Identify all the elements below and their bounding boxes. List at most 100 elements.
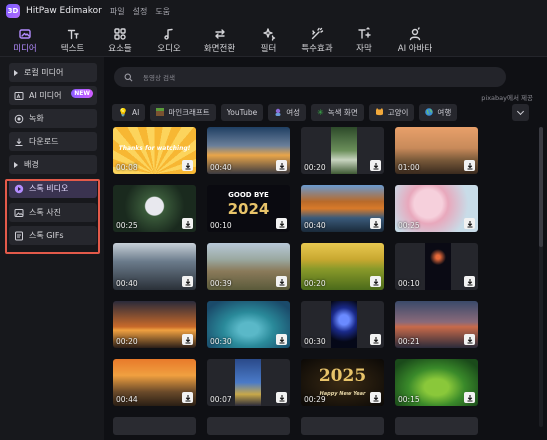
download-icon[interactable] — [182, 392, 193, 403]
download-icon[interactable] — [370, 392, 381, 403]
video-thumbnail[interactable]: 00:40 — [207, 127, 290, 174]
video-thumbnail[interactable]: 00:30 — [301, 301, 384, 348]
download-icon[interactable] — [182, 276, 193, 287]
download-icon[interactable] — [276, 160, 287, 171]
video-thumbnail[interactable]: 00:20 — [113, 301, 196, 348]
tab-filters-label: 필터 — [260, 44, 277, 54]
download-icon[interactable] — [276, 392, 287, 403]
video-thumbnail[interactable]: 00:25 — [113, 185, 196, 232]
tab-transitions[interactable]: 화면전환 — [193, 22, 246, 57]
tab-elements[interactable]: 요소들 — [95, 22, 145, 57]
sidebar-item-record[interactable]: 녹화 — [9, 109, 97, 128]
video-thumbnail[interactable]: 00:44 — [113, 359, 196, 406]
download-icon[interactable] — [464, 392, 475, 403]
download-icon — [14, 137, 24, 147]
audio-icon — [164, 28, 173, 40]
tab-subtitles[interactable]: 자막 — [343, 22, 385, 57]
media-sidebar: 로컬 미디어 AI 미디어 NEW 녹화 다운로드 배경 스톡 비디오 스톡 사… — [0, 57, 104, 440]
tag-travel[interactable]: 여행 — [419, 104, 458, 121]
video-duration: 00:40 — [210, 163, 232, 172]
download-icon[interactable] — [370, 276, 381, 287]
download-icon[interactable] — [370, 218, 381, 229]
video-duration: 00:21 — [398, 337, 420, 346]
download-icon[interactable] — [464, 160, 475, 171]
video-thumbnail[interactable]: 00:10 — [395, 243, 478, 290]
menu-file[interactable]: 파일 — [110, 6, 125, 17]
tag-label: 고양이 — [387, 108, 409, 117]
tag-minecraft[interactable]: 마인크래프트 — [150, 104, 216, 121]
download-icon[interactable] — [370, 160, 381, 171]
tag-label: 여행 — [437, 108, 452, 117]
video-duration: 00:30 — [210, 337, 232, 346]
video-duration: 00:39 — [210, 279, 232, 288]
tab-text[interactable]: 텍스트 — [50, 22, 95, 57]
source-note: pixabay에서 제공 — [481, 94, 533, 102]
video-thumbnail[interactable]: 00:40 — [301, 185, 384, 232]
video-duration: 00:25 — [116, 221, 138, 230]
download-icon[interactable] — [464, 218, 475, 229]
download-icon[interactable] — [464, 276, 475, 287]
video-duration: 00:40 — [304, 221, 326, 230]
video-thumbnail[interactable]: 00:15 — [395, 359, 478, 406]
tab-media-label: 미디어 — [13, 44, 37, 54]
tag-youtube[interactable]: YouTube — [220, 104, 264, 121]
download-icon[interactable] — [370, 334, 381, 345]
video-thumbnail[interactable]: 00:20 — [301, 127, 384, 174]
video-thumbnail[interactable] — [113, 417, 196, 435]
menu-settings[interactable]: 설정 — [133, 6, 148, 17]
video-thumbnail[interactable]: 01:00 — [395, 127, 478, 174]
tab-filters[interactable]: 필터 — [246, 22, 291, 57]
sidebar-item-background[interactable]: 배경 — [9, 155, 97, 174]
download-icon[interactable] — [276, 276, 287, 287]
video-thumbnail[interactable]: 00:07 — [207, 359, 290, 406]
tab-ai-avatar[interactable]: AI 아바타 — [385, 22, 445, 57]
video-thumbnail[interactable]: Thanks for watching! 00:08 — [113, 127, 196, 174]
video-thumbnail[interactable]: 00:40 — [113, 243, 196, 290]
download-icon[interactable] — [182, 218, 193, 229]
video-duration: 01:00 — [398, 163, 420, 172]
video-thumbnail[interactable] — [301, 417, 384, 435]
download-icon[interactable] — [464, 334, 475, 345]
tag-woman[interactable]: 여성 — [268, 104, 307, 121]
sidebar-item-local-media[interactable]: 로컬 미디어 — [9, 63, 97, 82]
video-thumbnail[interactable]: 00:25 — [395, 185, 478, 232]
download-icon[interactable] — [276, 334, 287, 345]
video-thumbnail[interactable]: 2025 Happy New Year 00:29 — [301, 359, 384, 406]
caret-right-icon — [14, 161, 18, 168]
scrollbar-thumb[interactable] — [539, 127, 543, 247]
video-duration: 00:20 — [304, 163, 326, 172]
tab-media[interactable]: 미디어 — [0, 22, 50, 57]
video-thumbnail[interactable]: GOOD BYE 2024 00:10 — [207, 185, 290, 232]
video-thumbnail[interactable]: 00:30 — [207, 301, 290, 348]
menu-help[interactable]: 도움 — [155, 6, 170, 17]
main-toolbar: 미디어 텍스트 요소들 오디오 화면전환 필터 특수효과 자막 AI 아바타 — [0, 22, 547, 57]
tab-ai-avatar-label: AI 아바타 — [397, 44, 433, 54]
download-icon[interactable] — [276, 218, 287, 229]
download-icon[interactable] — [182, 160, 193, 171]
video-thumbnail[interactable] — [395, 417, 478, 435]
grid-scrollbar[interactable] — [539, 127, 543, 427]
cat-icon — [375, 107, 384, 118]
video-thumbnail[interactable]: 00:39 — [207, 243, 290, 290]
tag-bar: 💡 AI 마인크래프트 YouTube 여성 ✳ 녹색 화면 고양이 여행 — [112, 104, 462, 121]
video-duration: 00:08 — [116, 163, 138, 172]
video-duration: 00:40 — [116, 279, 138, 288]
tag-cat[interactable]: 고양이 — [368, 104, 415, 121]
tab-audio-label: 오디오 — [157, 44, 181, 54]
sidebar-item-label: 배경 — [24, 160, 39, 169]
tab-audio[interactable]: 오디오 — [145, 22, 193, 57]
tag-green-screen[interactable]: ✳ 녹색 화면 — [311, 104, 364, 121]
tags-expand-button[interactable] — [512, 104, 529, 121]
video-thumbnail[interactable]: 00:20 — [301, 243, 384, 290]
sidebar-item-ai-media[interactable]: AI 미디어 NEW — [9, 86, 97, 105]
video-thumbnail[interactable]: 00:21 — [395, 301, 478, 348]
download-icon[interactable] — [182, 334, 193, 345]
stock-video-panel: 동영상 검색 pixabay에서 제공 💡 AI 마인크래프트 YouTube 여… — [104, 57, 547, 440]
tag-ai[interactable]: 💡 AI — [112, 104, 146, 121]
video-thumbnail[interactable] — [207, 417, 290, 435]
search-input[interactable]: 동영상 검색 — [114, 67, 506, 87]
video-duration: 00:29 — [304, 395, 326, 404]
tab-effects[interactable]: 특수효과 — [291, 22, 343, 57]
title-bar: 3D HitPaw Edimakor 파일 설정 도움 — [0, 0, 547, 22]
sidebar-item-download[interactable]: 다운로드 — [9, 132, 97, 151]
